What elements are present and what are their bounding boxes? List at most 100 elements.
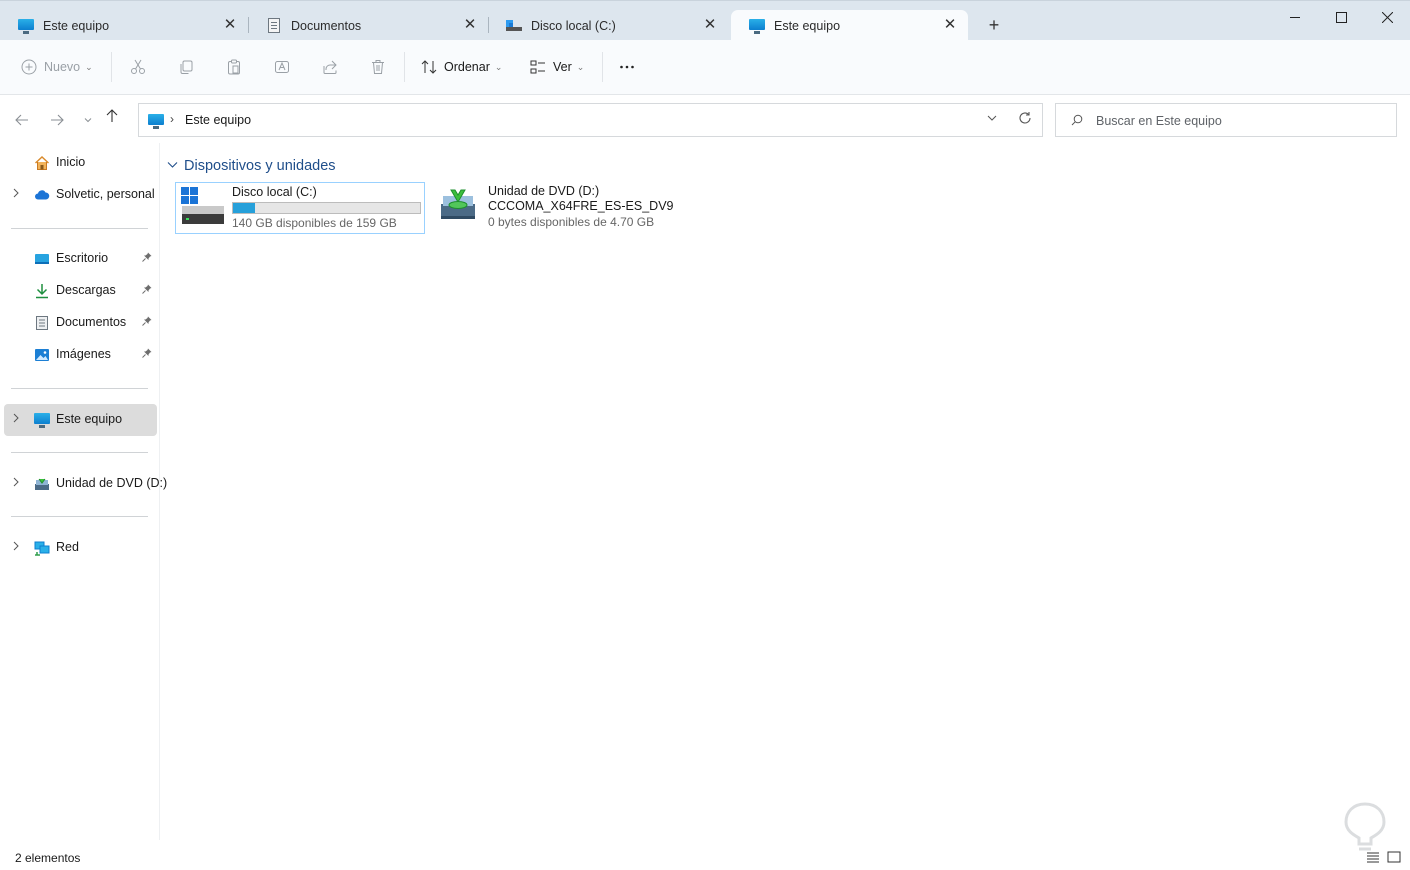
sidebar-item-descargas[interactable]: Descargas <box>4 275 157 307</box>
search-input[interactable] <box>1096 111 1376 131</box>
new-tab-button[interactable]: + <box>983 14 1005 36</box>
sidebar-item-dvd[interactable]: Unidad de DVD (D:) <box>4 468 167 500</box>
drive-name: Disco local (C:) <box>232 185 317 199</box>
view-button[interactable]: Ver ⌄ <box>530 56 584 78</box>
trash-icon <box>372 60 384 74</box>
chevron-down-icon <box>84 118 92 123</box>
close-icon[interactable]: ✕ <box>462 17 478 33</box>
tab-documentos[interactable]: Documentos ✕ <box>248 10 489 41</box>
group-header[interactable]: Dispositivos y unidades <box>167 158 336 174</box>
arrow-right-icon <box>51 114 64 126</box>
rename-icon <box>275 61 289 73</box>
address-bar[interactable]: › Este equipo <box>138 103 1043 137</box>
view-icon <box>530 60 545 74</box>
copy-icon <box>180 60 193 74</box>
refresh-button[interactable] <box>1018 111 1032 129</box>
cut-button[interactable] <box>130 56 146 78</box>
chevron-down-icon: ⌄ <box>494 61 503 72</box>
chevron-right-icon[interactable] <box>12 188 20 201</box>
monitor-icon <box>18 18 34 34</box>
back-button[interactable] <box>10 108 34 132</box>
maximize-button[interactable] <box>1318 1 1364 33</box>
chevron-down-icon <box>987 115 997 121</box>
sidebar-item-label: Descargas <box>56 283 116 297</box>
details-view-button[interactable] <box>1366 850 1380 864</box>
close-icon[interactable]: ✕ <box>222 17 238 33</box>
monitor-icon <box>148 113 164 129</box>
sidebar-item-label: Solvetic, personal <box>56 187 155 201</box>
sidebar-item-escritorio[interactable]: Escritorio <box>4 243 157 275</box>
monitor-icon <box>34 412 50 428</box>
pin-icon[interactable] <box>142 284 152 297</box>
minimize-button[interactable] <box>1272 1 1318 33</box>
download-icon <box>34 283 50 299</box>
delete-button[interactable] <box>370 56 386 78</box>
close-window-button[interactable] <box>1364 1 1410 33</box>
chevron-down-icon: ⌄ <box>576 61 585 72</box>
paste-button[interactable] <box>226 56 242 78</box>
new-button[interactable]: Nuevo ⌄ <box>21 56 93 78</box>
desktop-icon <box>34 251 50 267</box>
sidebar-item-red[interactable]: Red <box>4 532 157 564</box>
plus-circle-icon <box>21 59 37 75</box>
tab-label: Este equipo <box>774 18 841 33</box>
breadcrumb[interactable]: Este equipo <box>185 113 251 127</box>
tab-label: Este equipo <box>43 18 110 33</box>
chevron-right-icon[interactable] <box>12 541 20 554</box>
sidebar-item-label: Este equipo <box>56 412 123 426</box>
more-options-button[interactable] <box>619 56 635 78</box>
sidebar-divider <box>11 452 148 453</box>
sort-label: Ordenar <box>444 60 490 74</box>
tab-label: Documentos <box>291 18 362 33</box>
sidebar-item-imagenes[interactable]: Imágenes <box>4 339 157 371</box>
toolbar-divider <box>602 52 603 82</box>
tiles-view-icon <box>1387 851 1401 863</box>
toolbar-divider <box>404 52 405 82</box>
tab-disco-local[interactable]: Disco local (C:) ✕ <box>488 10 728 41</box>
dvd-drive-icon <box>439 186 477 224</box>
tab-este-equipo-active[interactable]: Este equipo ✕ <box>731 10 968 41</box>
toolbar-divider <box>111 52 112 82</box>
sidebar-item-onedrive[interactable]: Solvetic, personal <box>4 179 157 211</box>
chevron-down-icon: ⌄ <box>85 61 93 72</box>
pin-icon[interactable] <box>142 252 152 265</box>
forward-button[interactable] <box>45 108 69 132</box>
pictures-icon <box>34 347 50 363</box>
sort-button[interactable]: Ordenar ⌄ <box>421 56 502 78</box>
drive-tile-c[interactable]: Disco local (C:) 140 GB disponibles de 1… <box>175 182 425 234</box>
chevron-right-icon[interactable] <box>12 413 20 426</box>
sidebar-divider <box>11 228 148 229</box>
pin-icon[interactable] <box>142 316 152 329</box>
pin-icon[interactable] <box>142 348 152 361</box>
navigation-pane: Inicio Solvetic, personal Escritorio Des… <box>0 143 167 840</box>
drive-tile-d[interactable]: Unidad de DVD (D:) CCCOMA_X64FRE_ES-ES_D… <box>432 182 682 234</box>
chevron-right-icon[interactable] <box>12 477 20 490</box>
tiles-view-button[interactable] <box>1387 850 1401 864</box>
tab-este-equipo-1[interactable]: Este equipo ✕ <box>0 10 249 41</box>
clipboard-icon <box>228 59 240 75</box>
network-icon <box>34 540 50 556</box>
copy-button[interactable] <box>178 56 194 78</box>
scissors-icon <box>131 59 145 74</box>
rename-button[interactable] <box>274 56 290 78</box>
share-button[interactable] <box>322 56 338 78</box>
close-icon[interactable]: ✕ <box>702 17 718 33</box>
recent-locations-button[interactable] <box>76 108 100 132</box>
drive-name: Unidad de DVD (D:) <box>488 184 600 198</box>
drive-icon <box>506 18 522 34</box>
search-box[interactable] <box>1055 103 1397 137</box>
drive-volume-label: CCCOMA_X64FRE_ES-ES_DV9 <box>488 199 674 213</box>
close-icon[interactable]: ✕ <box>942 17 958 33</box>
drive-free-space: 140 GB disponibles de 159 GB <box>232 216 397 230</box>
cloud-icon <box>34 187 50 203</box>
details-view-icon <box>1367 852 1379 863</box>
sidebar-item-este-equipo[interactable]: Este equipo <box>4 404 157 436</box>
drive-usage-bar <box>232 202 421 214</box>
sidebar-item-label: Inicio <box>56 155 86 169</box>
address-dropdown-button[interactable] <box>986 112 998 127</box>
up-button[interactable] <box>100 104 124 128</box>
sidebar-item-inicio[interactable]: Inicio <box>4 147 157 179</box>
sidebar-item-documentos[interactable]: Documentos <box>4 307 157 339</box>
group-title: Dispositivos y unidades <box>184 158 336 174</box>
sidebar-item-label: Imágenes <box>56 347 111 361</box>
